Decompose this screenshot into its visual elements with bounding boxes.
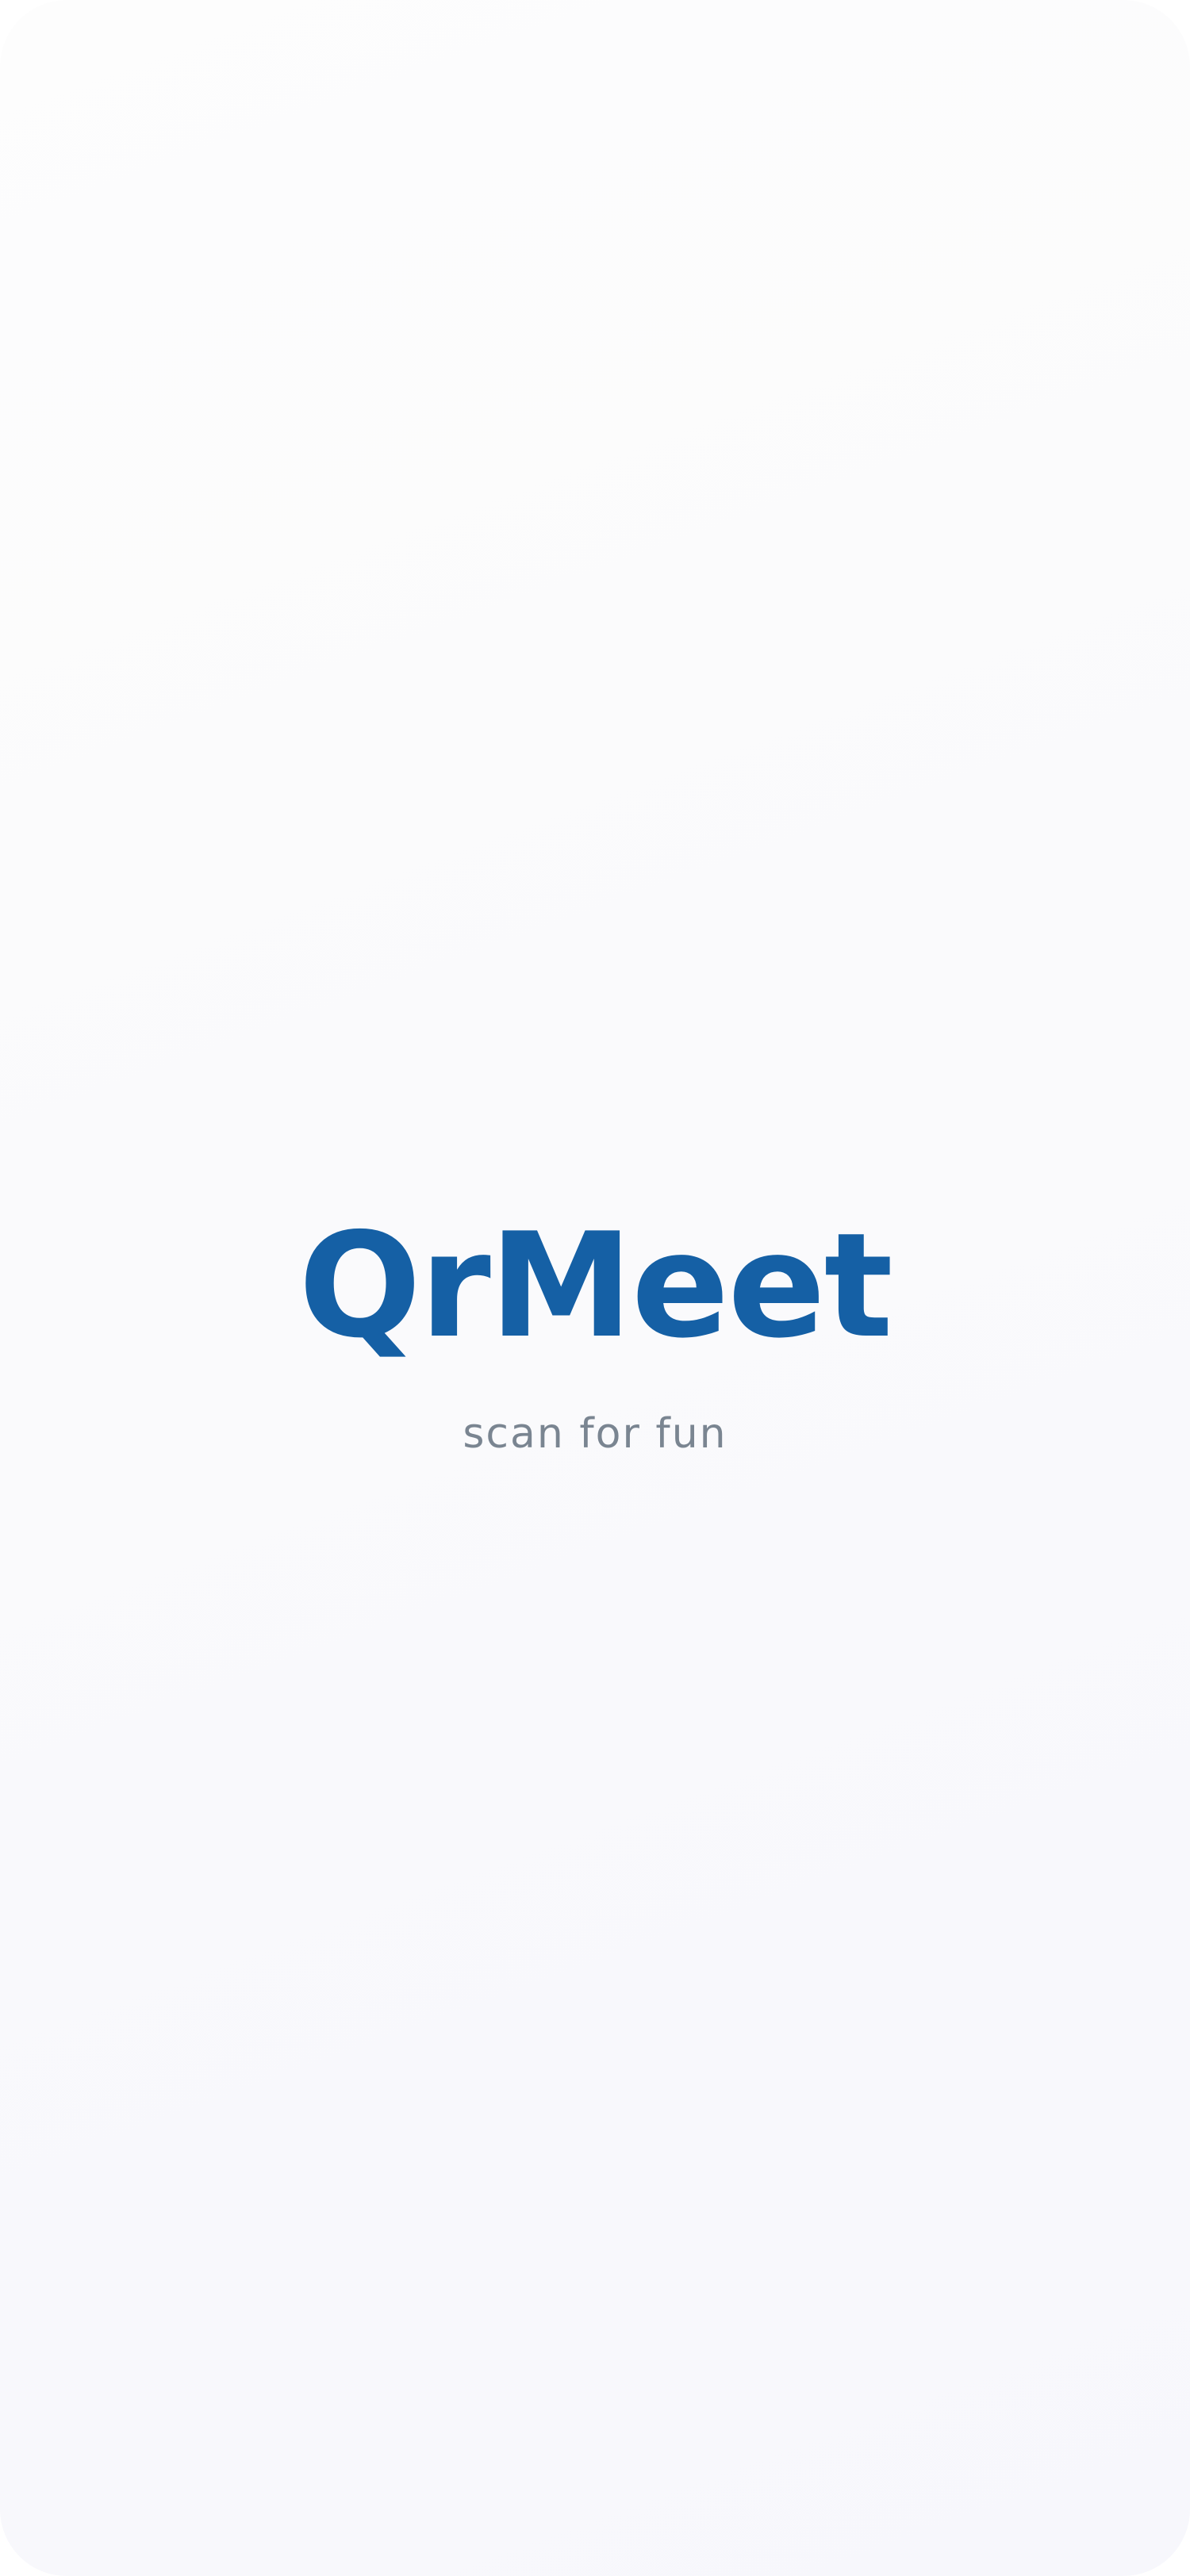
app-title: QrMeet bbox=[298, 1202, 892, 1370]
brand-block: QrMeet scan for fun bbox=[0, 1213, 1190, 1455]
splash-screen: QrMeet scan for fun bbox=[0, 0, 1190, 2576]
app-tagline: scan for fun bbox=[463, 1410, 727, 1458]
